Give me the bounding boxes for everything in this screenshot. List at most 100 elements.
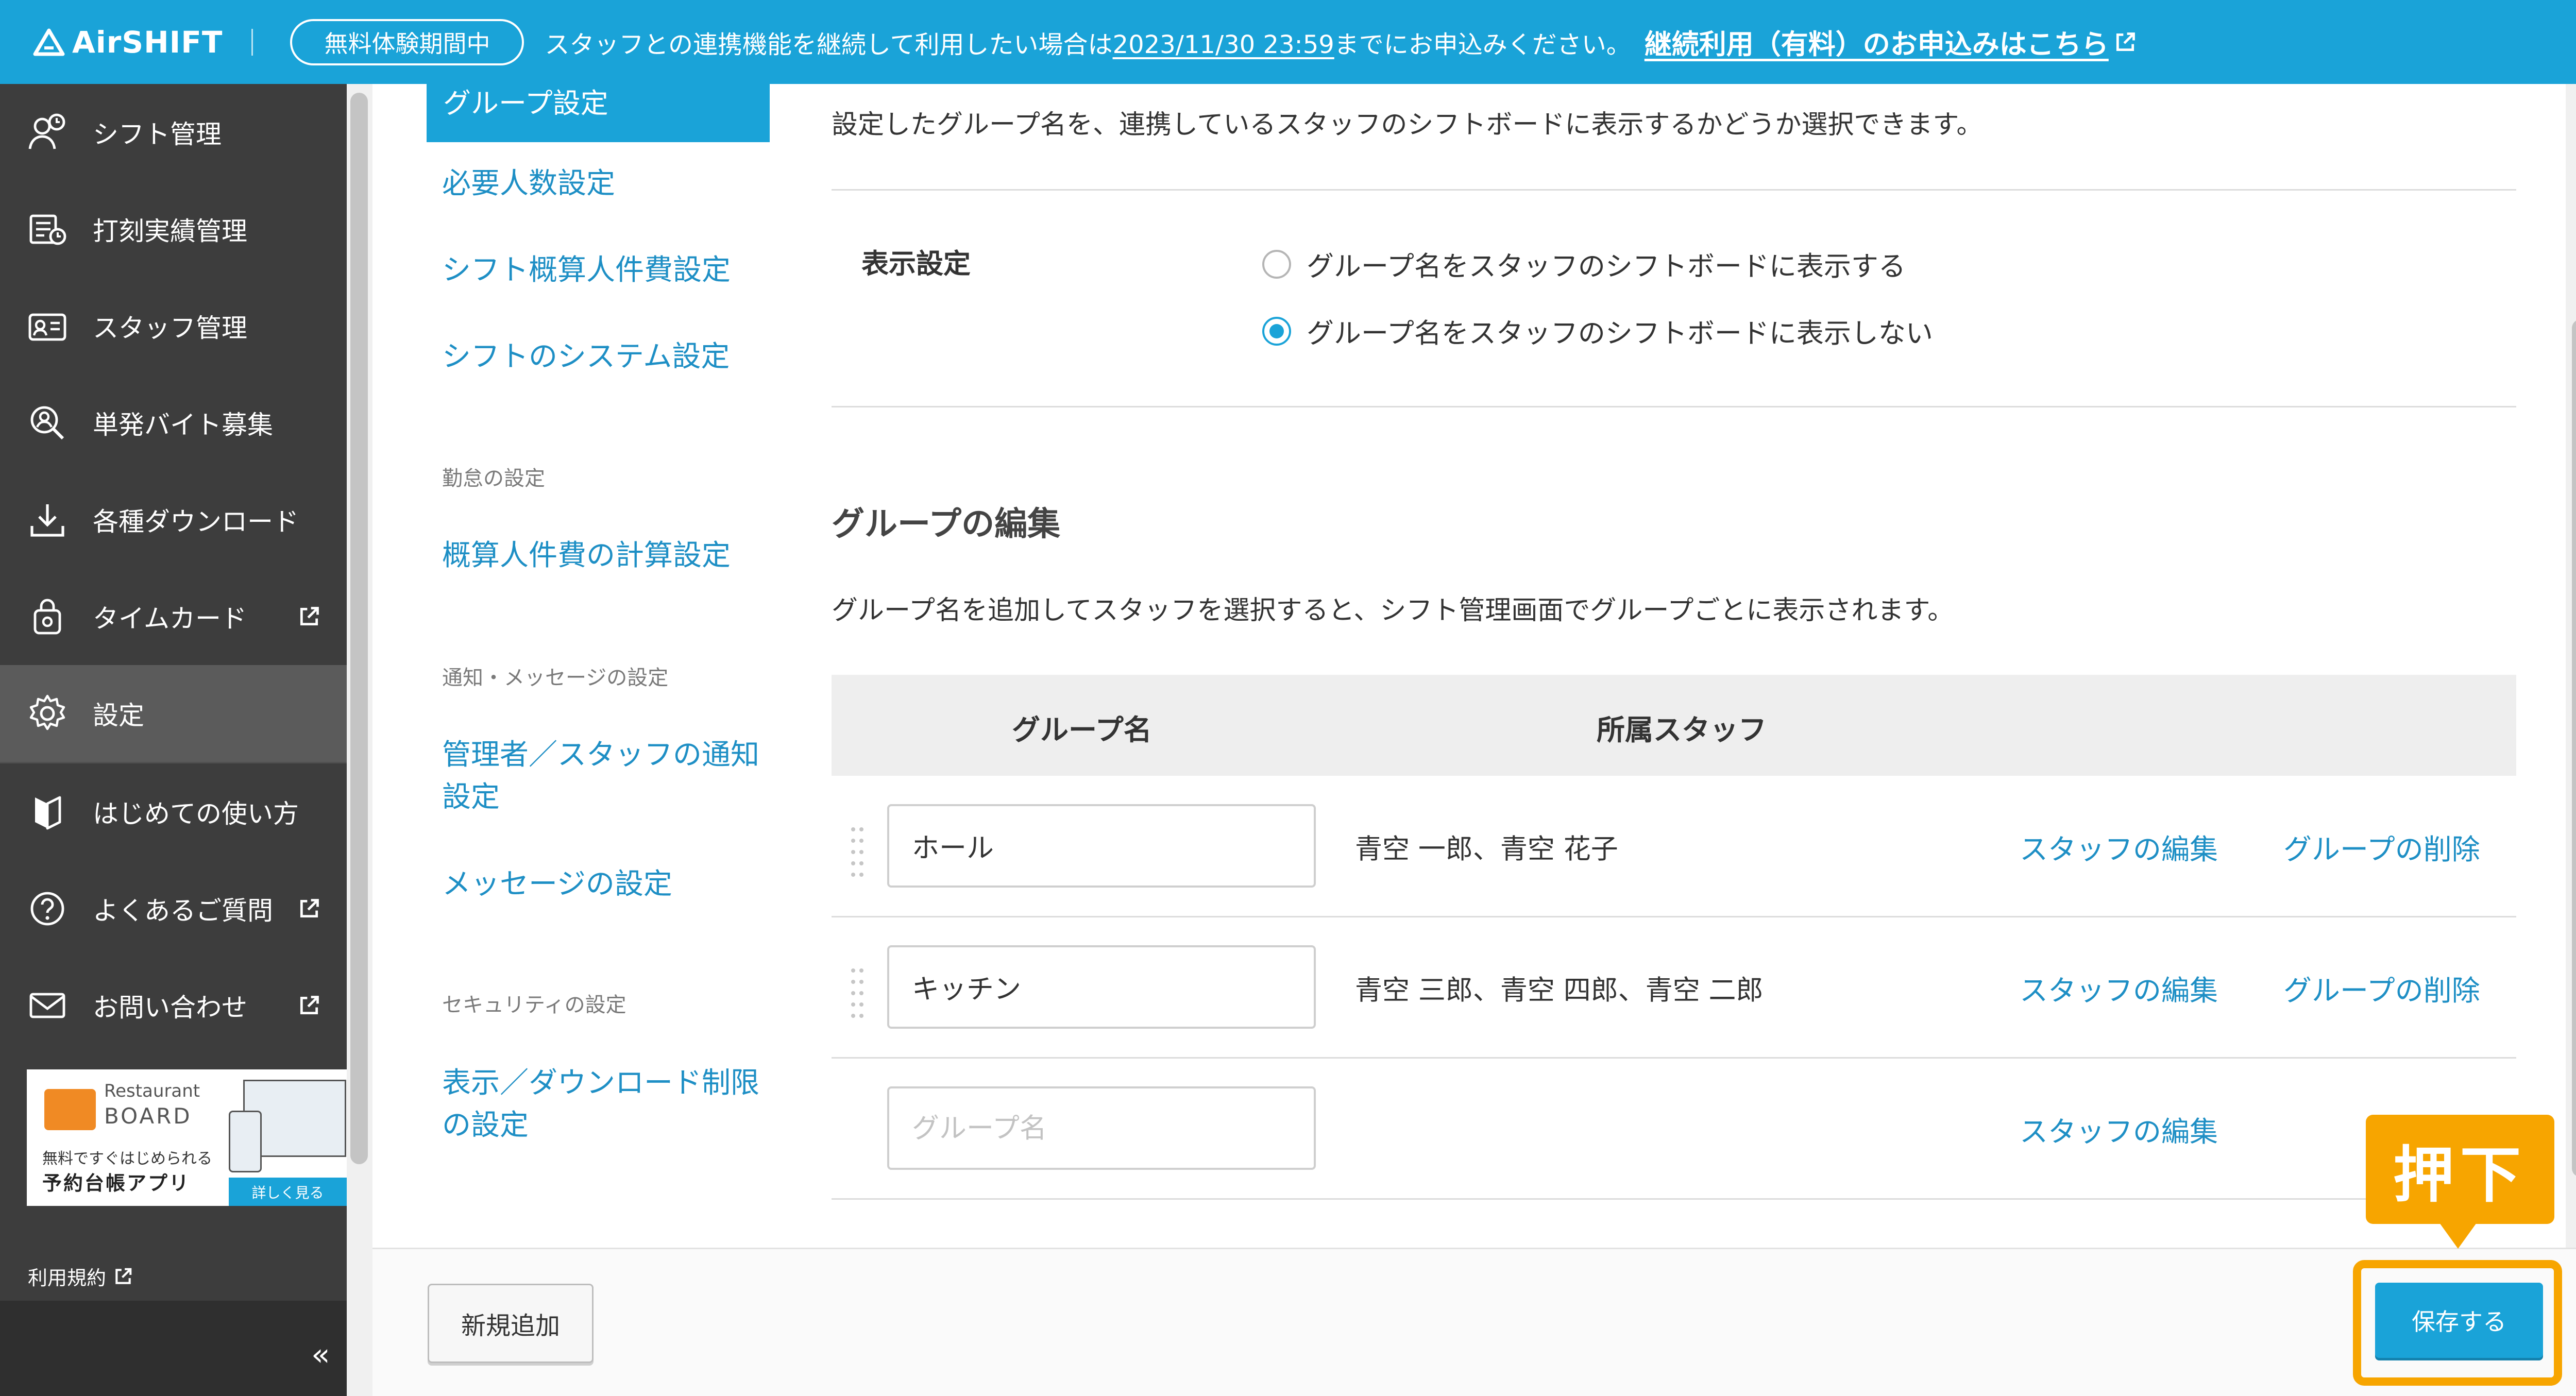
recruit-search-icon bbox=[30, 406, 64, 440]
divider bbox=[832, 406, 2516, 407]
column-header-group-name: グループ名 bbox=[1012, 713, 1152, 746]
save-button[interactable]: 保存する bbox=[2375, 1283, 2543, 1358]
logo-divider bbox=[251, 28, 253, 56]
external-link-icon bbox=[115, 1268, 132, 1284]
radio-label: グループ名をスタッフのシフトボードに表示する bbox=[1307, 251, 1906, 282]
row-divider bbox=[832, 1198, 2516, 1200]
display-setting-description: 設定したグループ名を、連携しているスタッフのシフトボードに表示するかどうか選択で… bbox=[832, 110, 1983, 140]
external-link-icon bbox=[300, 607, 319, 626]
trial-status-badge: 無料体験期間中 bbox=[290, 19, 524, 65]
sidebar-item-label: お問い合わせ bbox=[93, 993, 247, 1023]
external-link-icon bbox=[300, 899, 319, 918]
external-link-icon bbox=[2116, 32, 2135, 51]
terms-link-label: 利用規約 bbox=[28, 1267, 107, 1289]
column-header-members: 所属スタッフ bbox=[1597, 713, 1767, 746]
callout-pointer bbox=[2439, 1223, 2477, 1249]
edit-staff-link[interactable]: スタッフの編集 bbox=[2020, 967, 2218, 1009]
radio-button[interactable] bbox=[1262, 250, 1291, 279]
promo-more-label: 詳しく見る bbox=[251, 1184, 324, 1201]
timecard-lock-icon bbox=[33, 599, 61, 635]
sidebar-item-label: シフト管理 bbox=[93, 120, 222, 149]
edit-staff-link[interactable]: スタッフの編集 bbox=[2020, 826, 2218, 867]
sidebar-item-settings[interactable]: 設定 bbox=[0, 665, 347, 762]
drag-handle-icon[interactable] bbox=[851, 968, 867, 1020]
sidebar-item-faq[interactable]: よくあるご質問 bbox=[0, 860, 347, 957]
sidebar-item-label: 打刻実績管理 bbox=[93, 216, 247, 246]
question-icon bbox=[30, 892, 64, 926]
sidebar-item-label: よくあるご質問 bbox=[93, 896, 273, 926]
settings-nav-heading-attendance: 勤怠の設定 bbox=[442, 467, 545, 490]
sidebar-item-staff[interactable]: スタッフ管理 bbox=[0, 278, 347, 374]
app-name: AirSHIFT bbox=[72, 24, 223, 60]
radio-button-selected[interactable] bbox=[1262, 317, 1291, 346]
timeclock-record-icon bbox=[29, 214, 66, 245]
trial-notice-suffix: までにお申込みください。 bbox=[1334, 30, 1631, 59]
delete-group-link[interactable]: グループの削除 bbox=[2283, 826, 2480, 867]
app-logo[interactable]: AirSHIFT bbox=[33, 25, 223, 60]
shift-icon bbox=[28, 113, 65, 149]
settings-nav-heading-notifications: 通知・メッセージの設定 bbox=[442, 666, 669, 690]
sidebar-item-label: 設定 bbox=[93, 701, 144, 730]
sidebar-collapse-button[interactable]: « bbox=[0, 1301, 347, 1396]
apply-paid-link-label: 継続利用（有料）のお申込みはこちら bbox=[1644, 28, 2109, 60]
sidebar-item-label: タイムカード bbox=[93, 604, 247, 634]
add-group-button[interactable]: 新規追加 bbox=[428, 1284, 594, 1363]
sidebar-item-recruit[interactable]: 単発バイト募集 bbox=[0, 374, 347, 471]
promo-brand-line1: Restaurant bbox=[104, 1081, 200, 1101]
group-table-header: グループ名 所属スタッフ bbox=[832, 675, 2516, 776]
settings-nav-group-active[interactable]: グループ設定 bbox=[427, 72, 770, 142]
restaurant-board-logo-icon bbox=[44, 1089, 96, 1130]
sidebar-item-downloads[interactable]: 各種ダウンロード bbox=[0, 471, 347, 568]
settings-nav-shift-system[interactable]: シフトのシステム設定 bbox=[442, 336, 730, 378]
sidebar-item-getting-started[interactable]: はじめての使い方 bbox=[0, 763, 347, 860]
press-callout: 押下 bbox=[2366, 1115, 2554, 1224]
settings-nav-messages[interactable]: メッセージの設定 bbox=[442, 863, 672, 906]
sidebar-item-label: 単発バイト募集 bbox=[93, 410, 273, 440]
drag-handle-icon[interactable] bbox=[851, 827, 867, 879]
settings-nav-notifications[interactable]: 管理者／スタッフの通知設定 bbox=[442, 734, 761, 819]
table-row: 青空 三郎、青空 四郎、青空 二郎 スタッフの編集 グループの削除 bbox=[832, 917, 2516, 1058]
edit-staff-link[interactable]: スタッフの編集 bbox=[2020, 1109, 2218, 1150]
sidebar-item-label: 各種ダウンロード bbox=[93, 507, 299, 537]
sidebar-item-contact[interactable]: お問い合わせ bbox=[0, 957, 347, 1054]
group-name-input[interactable] bbox=[887, 804, 1316, 888]
settings-nav-labor-cost-calc[interactable]: 概算人件費の計算設定 bbox=[442, 535, 731, 577]
delete-group-link[interactable]: グループの削除 bbox=[2283, 967, 2480, 1009]
promo-tagline: 無料ですぐはじめられる bbox=[42, 1150, 212, 1168]
table-row: 青空 一郎、青空 花子 スタッフの編集 グループの削除 bbox=[832, 776, 2516, 916]
settings-nav-display-download-limits[interactable]: 表示／ダウンロード制限の設定 bbox=[442, 1062, 761, 1147]
radio-show-group-name[interactable]: グループ名をスタッフのシフトボードに表示する bbox=[1262, 245, 1906, 284]
trial-banner: AirSHIFT 無料体験期間中 スタッフとの連携機能を継続して利用したい場合は… bbox=[0, 0, 2576, 84]
promo-headline: 予約台帳アプリ bbox=[42, 1172, 191, 1195]
content-scrollbar-thumb[interactable] bbox=[2572, 319, 2576, 1177]
sidebar-item-shift[interactable]: シフト管理 bbox=[0, 84, 347, 181]
radio-hide-group-name[interactable]: グループ名をスタッフのシフトボードに表示しない bbox=[1262, 312, 1933, 351]
promo-brand-line2: BOARD bbox=[104, 1103, 192, 1129]
sidebar-item-label: はじめての使い方 bbox=[93, 799, 299, 829]
group-edit-title: グループの編集 bbox=[832, 505, 1061, 543]
sidebar-item-label: スタッフ管理 bbox=[93, 313, 247, 343]
new-group-name-input[interactable] bbox=[887, 1086, 1316, 1170]
sidebar-scrollbar-thumb[interactable] bbox=[350, 93, 368, 1164]
restaurant-board-promo[interactable]: Restaurant BOARD 無料ですぐはじめられる 予約台帳アプリ 詳しく… bbox=[27, 1069, 347, 1206]
trial-notice-date: 2023/11/30 23:59 bbox=[1112, 30, 1334, 59]
settings-nav-heading-security: セキュリティの設定 bbox=[442, 993, 626, 1017]
sidebar-item-timeclock-records[interactable]: 打刻実績管理 bbox=[0, 181, 347, 278]
trial-notice-prefix: スタッフとの連携機能を継続して利用したい場合は bbox=[545, 30, 1113, 59]
settings-nav-shift-labor-cost[interactable]: シフト概算人件費設定 bbox=[442, 249, 731, 292]
mail-icon bbox=[29, 993, 65, 1018]
radio-label: グループ名をスタッフのシフトボードに表示しない bbox=[1307, 318, 1933, 349]
divider bbox=[832, 189, 2516, 191]
group-name-input[interactable] bbox=[887, 945, 1316, 1029]
group-members: 青空 三郎、青空 四郎、青空 二郎 bbox=[1355, 975, 1764, 1006]
staff-id-card-icon bbox=[28, 313, 66, 341]
promo-more-link[interactable]: 詳しく見る bbox=[229, 1178, 347, 1206]
apply-paid-link[interactable]: 継続利用（有料）のお申込みはこちら bbox=[1645, 23, 2137, 62]
sidebar-item-timecard[interactable]: タイムカード bbox=[0, 568, 347, 665]
settings-nav-required-staff[interactable]: 必要人数設定 bbox=[442, 163, 615, 205]
beginner-mark-icon bbox=[35, 796, 61, 830]
airshift-logo-icon bbox=[33, 28, 65, 56]
gear-icon bbox=[29, 694, 65, 730]
action-footer bbox=[372, 1248, 2576, 1396]
terms-link[interactable]: 利用規約 bbox=[28, 1262, 133, 1290]
